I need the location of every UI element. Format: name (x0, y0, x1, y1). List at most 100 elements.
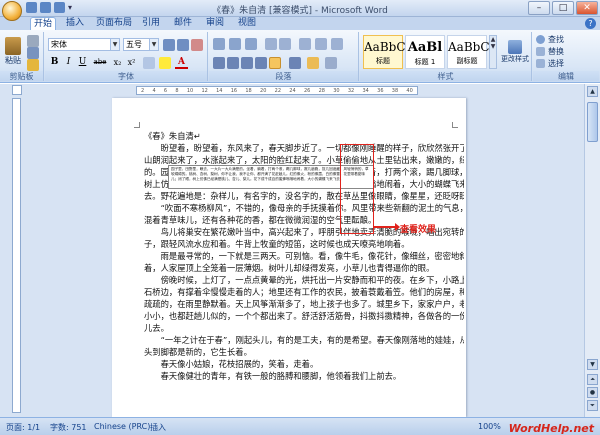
replace-label: 替换 (548, 46, 564, 56)
maximize-icon[interactable]: □ (552, 1, 574, 15)
bold-button[interactable]: B (48, 56, 61, 69)
change-styles-icon (508, 39, 522, 54)
ribbon: 粘贴 剪贴板 宋体 ▼ 五号 ▼ B I U abe x₂ x² A 字体 段落… (0, 30, 600, 83)
page-count[interactable]: 页面: 1/1 (6, 422, 40, 433)
tab-mailings[interactable]: 邮件 (170, 17, 196, 30)
replace-button[interactable]: 替换 (535, 45, 597, 57)
copy-icon[interactable] (27, 47, 39, 59)
style-name: 标题 (376, 57, 390, 65)
select-label: 选择 (548, 58, 564, 68)
doc-line: “一年之计在于春”，刚起头儿，有的是工夫，有的是希望。春天像刚落地的娃娃，从 (144, 335, 464, 345)
doc-line: 盼望着，盼望着，东风来了，春天脚步近了。一切都像刚睡醒的样子，欣欣然张开了眼。 (144, 143, 464, 153)
close-icon[interactable]: ✕ (576, 1, 598, 15)
tab-page-layout[interactable]: 页面布局 (94, 17, 134, 30)
select-button[interactable]: 选择 (535, 57, 597, 69)
ruler-tick: 32 (347, 88, 355, 94)
increase-indent-icon[interactable] (279, 38, 291, 50)
clear-format-icon[interactable] (191, 39, 203, 51)
distribute-icon[interactable] (269, 57, 281, 69)
style-title[interactable]: AaBbC 标题 (363, 35, 406, 69)
prev-page-icon[interactable]: ⏶ (587, 374, 598, 385)
align-center-icon[interactable] (227, 57, 239, 69)
style-sample: AaBbC (448, 40, 490, 54)
styles-scroll-icon[interactable]: ▲ ▼ (489, 35, 497, 69)
font-size-combo[interactable]: 五号 ▼ (123, 38, 159, 51)
find-button[interactable]: 查找 (535, 33, 597, 45)
doc-line: “吹面不寒杨柳风”，不错的，像母亲的手抚摸着你。风里带来些新翻的泥土的气息， (144, 203, 464, 213)
justify-icon[interactable] (255, 57, 267, 69)
doc-line: 头到脚都是新的，它生长着。 (144, 347, 252, 357)
zoom-level[interactable]: 100% (478, 422, 501, 431)
paste-icon (5, 36, 21, 55)
style-heading-1[interactable]: AaBl 标题 1 (405, 35, 445, 69)
doc-line: 疏疏的，在雨里静默着。天上风筝渐渐多了，地上孩子也多了。城里乡下，家家户户，老老 (144, 299, 464, 309)
styles-group-label: 样式 (360, 71, 531, 81)
line-spacing-icon[interactable] (289, 57, 301, 69)
scroll-thumb[interactable] (587, 102, 598, 142)
format-painter-icon[interactable] (27, 59, 39, 71)
align-right-icon[interactable] (241, 57, 253, 69)
ruler-tick: 38 (391, 88, 399, 94)
ruler-ticks: 2 4 6 8 10 12 14 16 18 20 22 24 26 28 30… (137, 87, 417, 94)
scroll-up-icon[interactable]: ▲ (587, 86, 598, 97)
ruler-tick: 16 (230, 88, 238, 94)
ruler-tick: 18 (245, 88, 252, 94)
doc-line: 春天像小姑娘，花枝招展的，笑着，走着。 (144, 359, 319, 369)
style-sample: AaBl (407, 40, 443, 55)
decrease-indent-icon[interactable] (265, 38, 277, 50)
paste-button[interactable]: 粘贴 (3, 33, 23, 69)
chevron-down-icon[interactable]: ▼ (149, 39, 158, 50)
chinese-layout-icon[interactable] (299, 38, 311, 50)
insert-mode[interactable]: 插入 (150, 422, 166, 433)
style-name: 副标题 (456, 57, 478, 65)
grow-font-icon[interactable] (163, 39, 175, 51)
vertical-ruler[interactable] (12, 98, 21, 413)
underline-button[interactable]: U (76, 56, 89, 69)
ruler-tick: 26 (303, 88, 311, 94)
scroll-down-icon[interactable]: ▼ (587, 359, 598, 370)
tab-home[interactable]: 开始 (30, 17, 56, 30)
styles-group: AaBbC 标题 AaBl 标题 1 AaBbC 副标题 ▲ ▼ 更改样式 样式 (360, 32, 532, 81)
tab-review[interactable]: 审阅 (202, 17, 228, 30)
shrink-font-icon[interactable] (177, 39, 189, 51)
word-count[interactable]: 字数: 751 (50, 422, 87, 433)
font-name-combo[interactable]: 宋体 ▼ (48, 38, 120, 51)
ruler-tick: 28 (318, 88, 325, 94)
multilevel-list-icon[interactable] (245, 38, 257, 50)
borders-icon[interactable] (325, 57, 337, 69)
italic-button[interactable]: I (62, 56, 75, 69)
vertical-scrollbar[interactable]: ▲ ▼ ⏶ ● ⏷ (584, 84, 600, 417)
next-page-icon[interactable]: ⏷ (587, 400, 598, 411)
sort-icon[interactable] (315, 38, 327, 50)
numbering-icon[interactable] (229, 38, 241, 50)
change-styles-button[interactable]: 更改样式 (500, 33, 530, 70)
subscript-button[interactable]: x₂ (111, 56, 124, 69)
ruler-tick: 8 (175, 88, 179, 94)
ruler-tick: 36 (377, 88, 384, 94)
doc-line: 石桥边，有撑着伞慢慢走着的人；地里还有工作的农民，披着蓑戴着笠。他们的房屋，稀稀 (144, 287, 464, 297)
chevron-down-icon[interactable]: ▼ (110, 39, 119, 50)
language-indicator[interactable]: Chinese (PRC) (94, 422, 150, 431)
tab-stop-icon[interactable] (12, 85, 22, 95)
highlight-icon[interactable] (159, 57, 171, 69)
strikethrough-button[interactable]: abe (91, 56, 109, 69)
font-color-button[interactable]: A (175, 56, 188, 69)
show-marks-icon[interactable] (331, 38, 343, 50)
editing-group-label: 编辑 (533, 71, 599, 81)
shading-icon[interactable] (307, 57, 319, 69)
superscript-button[interactable]: x² (125, 56, 138, 69)
select-browse-object-icon[interactable]: ● (587, 387, 598, 398)
bullets-icon[interactable] (213, 38, 225, 50)
align-left-icon[interactable] (213, 57, 225, 69)
cut-icon[interactable] (27, 35, 39, 47)
help-icon[interactable]: ? (585, 18, 596, 29)
style-subtitle[interactable]: AaBbC 副标题 (447, 35, 490, 69)
tab-references[interactable]: 引用 (138, 17, 164, 30)
office-button[interactable] (2, 1, 22, 21)
horizontal-ruler[interactable]: 2 4 6 8 10 12 14 16 18 20 22 24 26 28 30… (136, 86, 418, 95)
tab-insert[interactable]: 插入 (62, 17, 88, 30)
binoculars-icon (536, 34, 545, 44)
tab-view[interactable]: 视图 (234, 17, 260, 30)
change-case-icon[interactable] (143, 57, 155, 69)
minimize-icon[interactable]: – (528, 1, 550, 15)
